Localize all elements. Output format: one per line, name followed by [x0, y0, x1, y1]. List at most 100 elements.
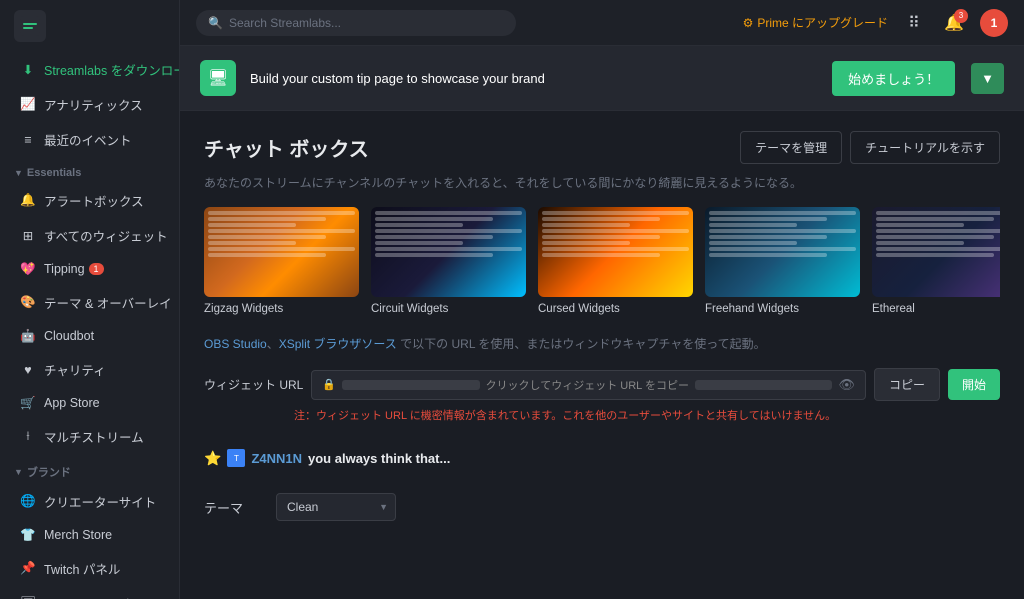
lock-icon: 🔒 — [322, 378, 336, 391]
sidebar-item-label: Streamlabs をダウンロード — [44, 60, 180, 79]
youtube-icon: 🖼 — [20, 596, 36, 599]
widget-overlay — [375, 211, 522, 259]
chat-preview: ⭐ T Z4NN1N you always think that... — [204, 439, 1000, 477]
sidebar-item-label: クリエーターサイト — [44, 492, 156, 511]
creator-icon: 🌐 — [20, 494, 36, 510]
obs-links: OBS Studio、XSplit ブラウザソース で以下の URL を使用、ま… — [204, 335, 1000, 352]
cloudbot-icon: 🤖 — [20, 328, 36, 344]
widget-card-cursed[interactable]: Cursed Widgets — [538, 207, 693, 315]
avatar[interactable]: 1 — [980, 9, 1008, 37]
search-bar[interactable]: 🔍 — [196, 10, 516, 36]
header-right: ⚙ Prime にアップグレード ⠿ 🔔 3 1 — [743, 9, 1008, 37]
prime-upgrade-button[interactable]: ⚙ Prime にアップグレード — [743, 14, 888, 31]
sidebar-item-analytics[interactable]: 📈 アナリティックス — [6, 88, 173, 121]
sidebar: ⬇ Streamlabs をダウンロード 📈 アナリティックス ≡ 最近のイベン… — [0, 0, 180, 599]
grid-icon: ⠿ — [908, 13, 920, 33]
app-store-icon: 🛒 — [20, 395, 36, 411]
sidebar-item-label: App Store — [44, 396, 100, 410]
sidebar-item-cloudbot[interactable]: 🤖 Cloudbot — [6, 321, 173, 351]
sidebar-item-creator-site[interactable]: 🌐 クリエーターサイト — [6, 485, 173, 518]
copy-button[interactable]: コピー — [874, 368, 940, 401]
monitor-icon: 🖥 — [208, 68, 228, 88]
url-copy-hint: クリックしてウィジェット URL をコピー — [486, 377, 689, 393]
brand-section: ▼ ブランド — [0, 454, 179, 484]
widget-overlay — [542, 211, 689, 259]
theme-select-wrap: Clean Dark Light Neon — [276, 493, 396, 521]
theme-select[interactable]: Clean Dark Light Neon — [276, 493, 396, 521]
tutorial-button[interactable]: チュートリアルを示す — [850, 131, 1000, 164]
theme-row: テーマ Clean Dark Light Neon — [204, 493, 1000, 521]
widget-thumb-circuit — [371, 207, 526, 297]
sidebar-item-themes[interactable]: 🎨 テーマ & オーバーレイ — [6, 286, 173, 319]
sidebar-item-merch-store[interactable]: 👕 Merch Store — [6, 520, 173, 550]
obs-studio-link[interactable]: OBS Studio — [204, 337, 267, 351]
content-area: 🖥 Build your custom tip page to showcase… — [180, 46, 1024, 599]
chat-avatar: T — [227, 449, 245, 467]
sidebar-item-label: Tipping — [44, 262, 85, 276]
sidebar-item-tipping[interactable]: 💖 Tipping 1 — [6, 254, 173, 284]
page-subtitle: あなたのストリームにチャンネルのチャットを入れると、それをしている間にかなり綺麗… — [204, 174, 1000, 191]
chat-message: you always think that... — [308, 451, 450, 466]
warning-text: 注：ウィジェット URL に機密情報が含まれています。これを他のユーザーやサイト… — [294, 407, 1000, 423]
widget-label: Freehand Widgets — [705, 303, 860, 315]
header: 🔍 ⚙ Prime にアップグレード ⠿ 🔔 3 1 — [180, 0, 1024, 46]
chat-username: Z4NN1N — [251, 451, 302, 466]
sidebar-item-label: アラートボックス — [44, 191, 144, 210]
sidebar-item-recent-events[interactable]: ≡ 最近のイベント — [6, 123, 173, 156]
sidebar-item-label: すべてのウィジェット — [44, 226, 168, 245]
grid-button[interactable]: ⠿ — [900, 9, 928, 37]
sidebar-item-alert-box[interactable]: 🔔 アラートボックス — [6, 184, 173, 217]
widget-card-zigzag[interactable]: Zigzag Widgets — [204, 207, 359, 315]
widget-card-ethereal[interactable]: Ethereal — [872, 207, 1000, 315]
widget-card-circuit[interactable]: Circuit Widgets — [371, 207, 526, 315]
widget-label: Cursed Widgets — [538, 303, 693, 315]
analytics-icon: 📈 — [20, 97, 36, 113]
start-button[interactable]: 開始 — [948, 369, 1000, 400]
alert-icon: 🔔 — [20, 193, 36, 209]
widgets-icon: ⊞ — [20, 228, 36, 244]
widget-card-freehand[interactable]: Freehand Widgets — [705, 207, 860, 315]
page-body: チャット ボックス テーマを管理 チュートリアルを示す あなたのストリームにチャ… — [180, 111, 1024, 541]
sidebar-item-label: 最近のイベント — [44, 130, 132, 149]
list-icon: ≡ — [20, 132, 36, 148]
gear-icon: ⚙ — [743, 16, 754, 30]
sidebar-item-label: アナリティックス — [44, 95, 143, 114]
notifications-button[interactable]: 🔔 3 — [940, 9, 968, 37]
theme-label: テーマ — [204, 498, 264, 517]
widget-overlay — [208, 211, 355, 259]
xsplit-link[interactable]: XSplit ブラウザソース — [279, 337, 397, 351]
notif-badge: 3 — [954, 9, 968, 23]
sidebar-item-charity[interactable]: ♥ チャリティ — [6, 353, 173, 386]
themes-icon: 🎨 — [20, 295, 36, 311]
widget-label: Ethereal — [872, 303, 1000, 315]
widget-url-input[interactable]: 🔒 クリックしてウィジェット URL をコピー 👁 — [311, 370, 866, 400]
charity-icon: ♥ — [20, 362, 36, 378]
app-logo-icon — [14, 10, 46, 42]
sidebar-item-label: Merch Store — [44, 528, 112, 542]
sidebar-item-label: マルチストリーム — [44, 427, 144, 446]
manage-themes-button[interactable]: テーマを管理 — [740, 131, 842, 164]
search-input[interactable] — [229, 16, 504, 30]
merch-icon: 👕 — [20, 527, 36, 543]
page-title-row: チャット ボックス テーマを管理 チュートリアルを示す — [204, 131, 1000, 164]
sidebar-item-multistream[interactable]: ⟊ マルチストリーム — [6, 420, 173, 453]
download-icon: ⬇ — [20, 62, 36, 78]
widget-url-label: ウィジェット URL — [204, 376, 303, 393]
sidebar-item-label: Cloudbot — [44, 329, 94, 343]
widget-overlay — [709, 211, 856, 259]
sidebar-item-twitch-panels[interactable]: 📌 Twitch パネル — [6, 552, 173, 585]
chevron-icon: ▼ — [14, 467, 23, 477]
sidebar-item-youtube-thumbnails[interactable]: 🖼 YouTube サムネイル — [6, 587, 173, 599]
widget-thumb-cursed — [538, 207, 693, 297]
sidebar-item-all-widgets[interactable]: ⊞ すべてのウィジェット — [6, 219, 173, 252]
eye-icon[interactable]: 👁 — [838, 377, 855, 393]
widget-label: Zigzag Widgets — [204, 303, 359, 315]
essentials-section: ▼ Essentials — [0, 157, 179, 183]
banner-chevron-button[interactable]: ▼ — [971, 63, 1004, 94]
sidebar-item-app-store[interactable]: 🛒 App Store — [6, 388, 173, 418]
banner-icon: 🖥 — [200, 60, 236, 96]
sidebar-item-download[interactable]: ⬇ Streamlabs をダウンロード — [6, 53, 173, 86]
banner-start-button[interactable]: 始めましょう！ — [832, 61, 955, 96]
promo-banner: 🖥 Build your custom tip page to showcase… — [180, 46, 1024, 111]
main-panel: 🔍 ⚙ Prime にアップグレード ⠿ 🔔 3 1 🖥 — [180, 0, 1024, 599]
